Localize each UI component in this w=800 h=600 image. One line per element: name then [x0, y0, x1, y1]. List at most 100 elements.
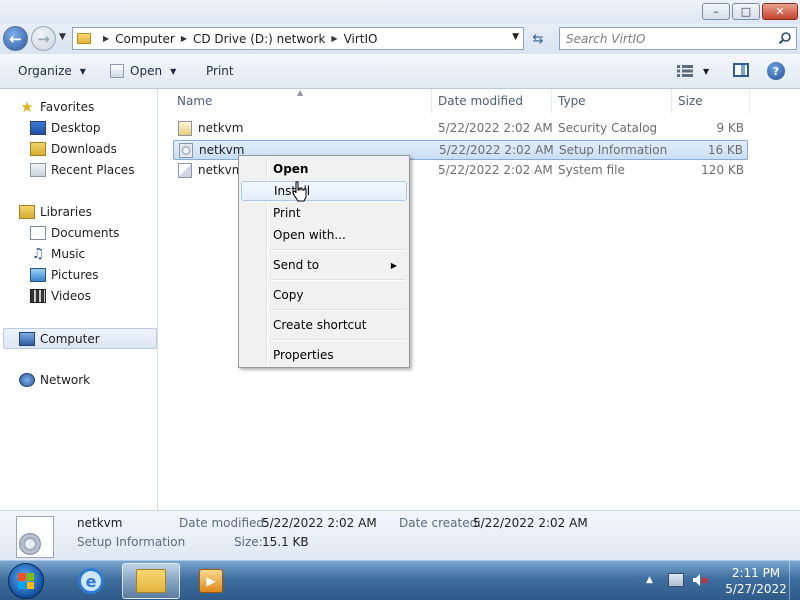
forward-button[interactable]: →: [31, 26, 56, 51]
search-icon[interactable]: [778, 31, 792, 45]
breadcrumb-computer[interactable]: Computer: [115, 32, 175, 46]
detail-date-created: 5/22/2022 2:02 AM: [473, 516, 588, 530]
sidebar-item-videos[interactable]: Videos: [30, 287, 91, 305]
taskbar-internet-explorer[interactable]: e: [62, 563, 120, 599]
taskbar-media-player[interactable]: ▶: [182, 563, 240, 599]
submenu-arrow-icon: ▶: [390, 260, 397, 270]
print-button[interactable]: Print: [206, 64, 234, 78]
start-button[interactable]: [8, 563, 44, 599]
menu-item-print[interactable]: Print: [241, 203, 407, 223]
details-pane: netkvm Setup Information Date modified: …: [0, 510, 800, 560]
detail-file-type: Setup Information: [77, 535, 186, 549]
address-history-dropdown[interactable]: ▼: [512, 32, 519, 42]
close-button[interactable]: ✕: [762, 3, 798, 20]
file-date: 5/22/2022 2:02 AM: [438, 163, 553, 177]
sidebar-item-label: Documents: [51, 226, 120, 240]
context-menu: Open Install Print Open with... Send to …: [238, 155, 410, 368]
detail-date-modified: 5/22/2022 2:02 AM: [262, 516, 377, 530]
menu-item-open-with[interactable]: Open with...: [241, 225, 407, 245]
sidebar-item-label: Network: [40, 373, 91, 387]
recent-pages-dropdown[interactable]: ▼: [59, 32, 66, 42]
sidebar-item-label: Music: [51, 247, 86, 261]
windows-logo-icon: [18, 573, 34, 589]
change-view-icon[interactable]: [677, 65, 693, 77]
menu-separator: [271, 279, 405, 281]
sidebar-item-label: Videos: [51, 289, 91, 303]
file-type: Security Catalog: [558, 121, 658, 135]
views-dropdown[interactable]: ▼: [703, 67, 709, 76]
sidebar-item-recent-places[interactable]: Recent Places: [30, 161, 134, 179]
sidebar-item-downloads[interactable]: Downloads: [30, 140, 117, 158]
back-arrow-icon: ←: [9, 29, 22, 48]
detail-date-created-label: Date created:: [399, 516, 482, 530]
search-placeholder: Search VirtIO: [566, 31, 646, 46]
clock-date: 5/27/2022: [725, 582, 787, 596]
navigation-pane: ★ Favorites Desktop Downloads Recent Pla…: [0, 89, 158, 510]
help-icon[interactable]: ?: [767, 62, 785, 80]
downloads-icon: [30, 142, 46, 156]
command-bar: Organize ▼ Open ▼ Print ▼ ?: [0, 54, 800, 89]
preview-pane-icon[interactable]: [733, 63, 749, 77]
clock-time: 2:11 PM: [731, 566, 781, 580]
title-bar: – □ ✕: [0, 0, 800, 24]
detail-file-name: netkvm: [77, 516, 123, 530]
menu-item-properties[interactable]: Properties: [241, 345, 407, 365]
open-label: Open: [130, 64, 163, 78]
menu-item-copy[interactable]: Copy: [241, 285, 407, 305]
documents-icon: [30, 226, 46, 240]
search-input[interactable]: Search VirtIO: [559, 27, 797, 50]
file-size: 120 KB: [701, 163, 744, 177]
show-hidden-icons-icon[interactable]: ▲: [646, 575, 653, 585]
folder-icon: [136, 569, 166, 593]
volume-muted-icon[interactable]: [692, 573, 708, 587]
chevron-right-icon[interactable]: ▶: [103, 34, 109, 43]
internet-explorer-icon: e: [78, 568, 104, 594]
open-button[interactable]: Open ▼: [110, 64, 176, 78]
sidebar-item-label: Pictures: [51, 268, 99, 282]
column-header-label: Type: [558, 94, 586, 108]
sidebar-item-documents[interactable]: Documents: [30, 224, 119, 242]
refresh-button[interactable]: ⇆: [527, 29, 549, 49]
breadcrumb-cd-drive[interactable]: CD Drive (D:) network: [193, 32, 325, 46]
file-type: Setup Information: [559, 143, 668, 157]
menu-item-install[interactable]: Install: [241, 181, 407, 201]
sidebar-item-computer[interactable]: Computer: [3, 328, 157, 349]
show-desktop-button[interactable]: [789, 561, 800, 600]
maximize-button[interactable]: □: [732, 3, 760, 20]
sidebar-item-music[interactable]: ♫ Music: [30, 245, 85, 263]
menu-item-create-shortcut[interactable]: Create shortcut: [241, 315, 407, 335]
taskbar-windows-explorer[interactable]: [122, 563, 180, 599]
minimize-button[interactable]: –: [702, 3, 730, 20]
chevron-right-icon[interactable]: ▶: [181, 34, 187, 43]
document-icon: [110, 64, 124, 78]
sidebar-item-desktop[interactable]: Desktop: [30, 119, 101, 137]
column-header-type[interactable]: Type: [552, 89, 672, 113]
address-bar[interactable]: ▶ Computer ▶ CD Drive (D:) network ▶ Vir…: [72, 27, 524, 50]
sidebar-item-favorites[interactable]: ★ Favorites: [19, 98, 94, 116]
sidebar-item-libraries[interactable]: Libraries: [19, 203, 92, 221]
column-header-name[interactable]: Name ▲: [159, 88, 432, 113]
catalog-icon: [178, 121, 192, 136]
chevron-down-icon: ▼: [79, 66, 86, 76]
media-player-icon: ▶: [199, 569, 223, 593]
sidebar-item-network[interactable]: Network: [19, 371, 90, 389]
menu-item-send-to[interactable]: Send to ▶: [241, 255, 407, 275]
desktop-icon: [30, 121, 46, 135]
network-status-icon[interactable]: [668, 573, 684, 587]
file-type: System file: [558, 163, 625, 177]
menu-item-open[interactable]: Open: [241, 159, 407, 179]
back-button[interactable]: ←: [3, 26, 28, 51]
system-clock[interactable]: 2:11 PM 5/27/2022: [716, 565, 796, 597]
column-header-label: Date modified: [438, 94, 524, 108]
breadcrumb-virtio[interactable]: VirtIO: [344, 32, 378, 46]
sidebar-item-pictures[interactable]: Pictures: [30, 266, 99, 284]
sidebar-item-label: Computer: [40, 331, 100, 346]
music-icon: ♫: [31, 246, 45, 262]
organize-button[interactable]: Organize ▼: [18, 64, 86, 78]
column-header-date[interactable]: Date modified: [432, 89, 552, 113]
taskbar: e ▶ ▲ 2:11 PM 5/27/2022: [0, 560, 800, 600]
column-header-size[interactable]: Size: [672, 89, 750, 113]
table-row[interactable]: netkvm 5/22/2022 2:02 AM Security Catalo…: [173, 119, 748, 139]
menu-separator: [271, 339, 405, 341]
chevron-right-icon[interactable]: ▶: [331, 34, 337, 43]
